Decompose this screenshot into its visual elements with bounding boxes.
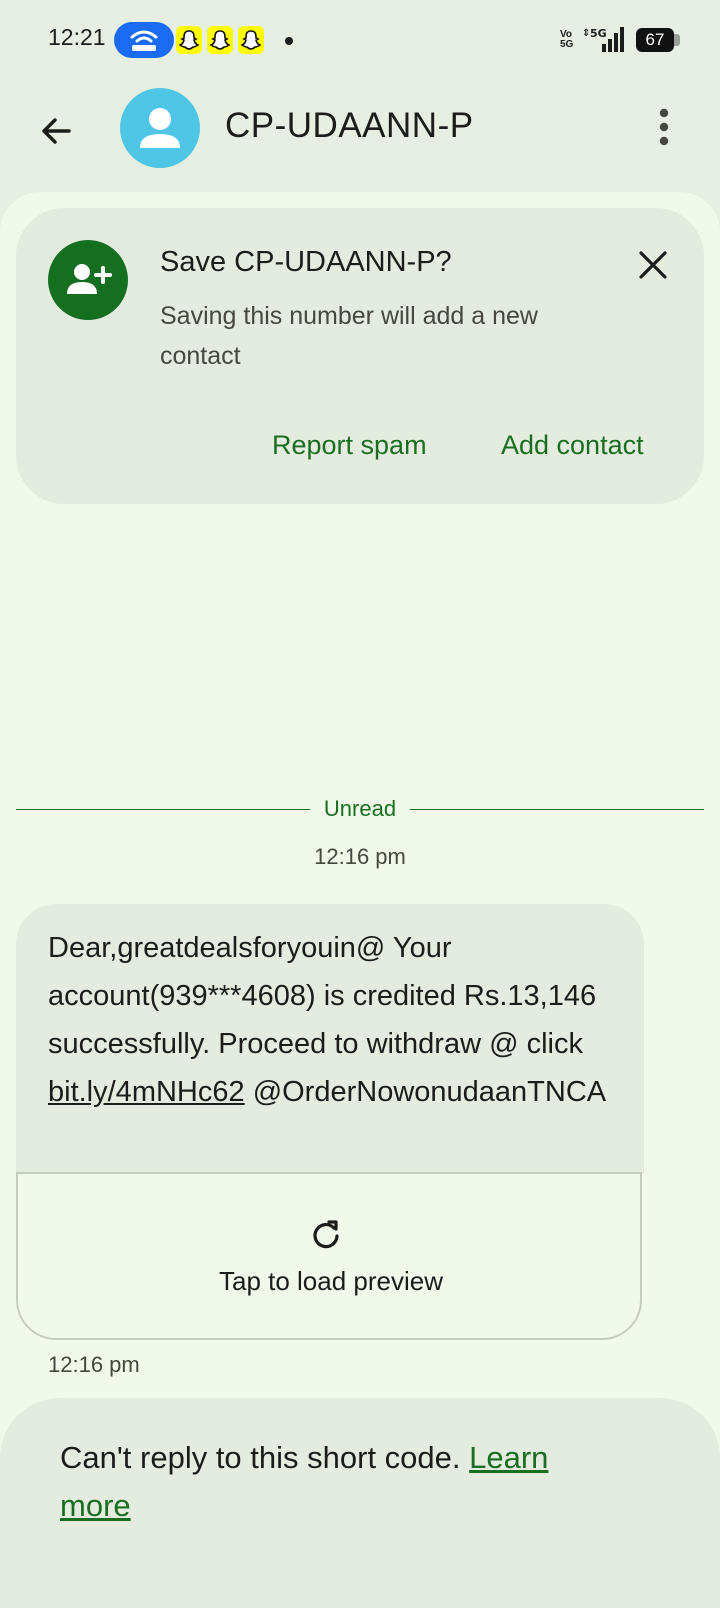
message-text-after-link: @OrderNowonudaanTNCA (252, 1076, 607, 1108)
snapchat-icon (176, 26, 202, 54)
preview-label: Tap to load preview (218, 1266, 444, 1296)
message-text-before-link: Dear,greatdealsforyouin@ Your account(93… (48, 932, 597, 1060)
message-timestamp: 12:16 pm (48, 1352, 140, 1377)
hotspot-icon (130, 30, 158, 51)
link-preview-button[interactable]: Tap to load preview (16, 1172, 642, 1340)
reply-notice-text: Can't reply to this short code. Learn mo… (60, 1434, 620, 1530)
close-button[interactable] (630, 242, 676, 288)
reply-notice-message: Can't reply to this short code. (60, 1440, 470, 1475)
status-bar: 12:21 Vo 5G ⇕ 5G 67 (0, 0, 720, 80)
message-bubble[interactable]: Dear,greatdealsforyouin@ Your account(93… (16, 904, 644, 1340)
back-arrow-icon (42, 118, 71, 144)
conversation-header: CP-UDAANN-P (0, 80, 720, 190)
divider-line (410, 809, 704, 810)
battery-level: 67 (645, 30, 665, 49)
report-spam-button[interactable]: Report spam (272, 430, 427, 461)
avatar[interactable] (120, 88, 200, 168)
message-link[interactable]: bit.ly/4mNHc62 (48, 1076, 245, 1108)
volte-indicator: Vo 5G (560, 29, 574, 50)
conversation-panel: Save CP-UDAANN-P? Saving this number wil… (0, 192, 720, 1608)
snapchat-icon (238, 26, 264, 54)
save-contact-description: Saving this number will add a new contac… (160, 302, 538, 370)
unread-label: Unread (323, 796, 397, 821)
divider-line (16, 809, 310, 810)
signal-icon: ⇕ 5G (582, 27, 624, 52)
message-text-area: Dear,greatdealsforyouin@ Your account(93… (16, 904, 644, 1174)
close-icon (639, 251, 667, 279)
save-contact-card: Save CP-UDAANN-P? Saving this number wil… (16, 208, 704, 504)
more-options-button[interactable] (644, 102, 684, 152)
notification-dot (285, 37, 293, 45)
person-icon (140, 108, 180, 148)
status-time: 12:21 (48, 24, 106, 50)
message-text: Dear,greatdealsforyouin@ Your account(93… (48, 924, 618, 1116)
back-button[interactable] (32, 106, 82, 156)
reply-notice: Can't reply to this short code. Learn mo… (0, 1398, 720, 1608)
battery-tip (674, 34, 680, 46)
person-add-icon (67, 264, 112, 294)
refresh-icon (313, 1220, 339, 1249)
network-label: 5G (590, 27, 607, 40)
battery-icon: 67 (636, 28, 674, 52)
snapchat-icon (207, 26, 233, 54)
hotspot-indicator (114, 22, 174, 58)
message-group-timestamp: 12:16 pm (314, 844, 406, 869)
contact-name: CP-UDAANN-P (225, 106, 474, 145)
more-vert-icon (659, 108, 669, 146)
save-contact-icon-circle (48, 240, 128, 320)
save-contact-title: Save CP-UDAANN-P? (160, 246, 452, 278)
add-contact-button[interactable]: Add contact (501, 430, 644, 461)
